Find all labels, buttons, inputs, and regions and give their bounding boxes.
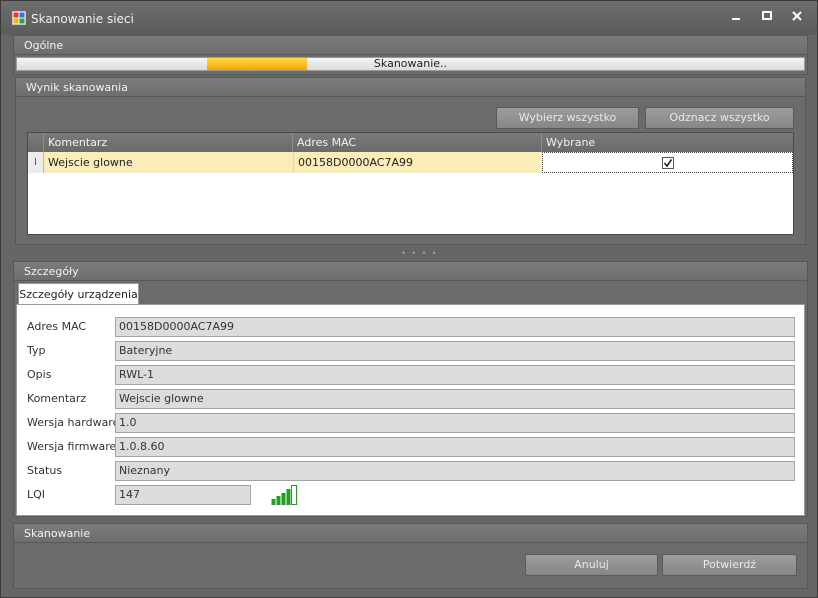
field-lqi[interactable]: 147 [115, 485, 251, 505]
deselect-all-button[interactable]: Odznacz wszystko [645, 107, 794, 129]
progress-text: Skanowanie.. [373, 57, 448, 70]
column-header-mac[interactable]: Adres MAC [293, 133, 542, 152]
signal-strength-icon [271, 485, 297, 505]
maximize-button[interactable] [758, 10, 776, 26]
tab-device-details[interactable]: Szczegóły urządzenia [18, 283, 139, 305]
cell-comment[interactable]: Wejscie glowne [44, 152, 293, 173]
cell-mac[interactable]: 00158D0000AC7A99 [293, 152, 542, 173]
label-comment: Komentarz [27, 392, 87, 405]
label-firmware-version: Wersja firmware [27, 440, 117, 453]
confirm-button[interactable]: Potwierdź [662, 554, 797, 576]
table-row[interactable]: Wejscie glowne 00158D0000AC7A99 [28, 152, 793, 173]
window-title: Skanowanie sieci [31, 12, 134, 26]
minimize-icon [732, 18, 740, 20]
network-scan-icon [12, 11, 26, 25]
title-bar[interactable]: Skanowanie sieci [1, 1, 817, 35]
field-description[interactable]: RWL-1 [115, 365, 795, 385]
row-header-corner [28, 133, 44, 152]
label-hardware-version: Wersja hardware [27, 416, 120, 429]
field-hardware-version[interactable]: 1.0 [115, 413, 795, 433]
general-section-header[interactable]: Ogólne [13, 35, 808, 55]
label-description: Opis [27, 368, 52, 381]
field-status[interactable]: Nieznany [115, 461, 795, 481]
label-mac: Adres MAC [27, 320, 87, 333]
field-type[interactable]: Bateryjne [115, 341, 795, 361]
splitter-handle[interactable]: • • • • [401, 249, 438, 259]
select-all-button[interactable]: Wybierz wszystko [496, 107, 639, 129]
scanning-section-header[interactable]: Skanowanie [13, 523, 808, 543]
results-section-header[interactable]: Wynik skanowania [15, 77, 806, 97]
minimize-button[interactable] [727, 10, 745, 26]
label-status: Status [27, 464, 63, 477]
field-firmware-version[interactable]: 1.0.8.60 [115, 437, 795, 457]
selected-checkbox[interactable] [662, 157, 674, 169]
cancel-button[interactable]: Anuluj [525, 554, 658, 576]
close-button[interactable] [788, 10, 806, 26]
field-mac[interactable]: 00158D0000AC7A99 [115, 317, 795, 337]
close-icon [792, 11, 802, 21]
device-details-panel: Adres MAC 00158D0000AC7A99 Typ Bateryjne… [16, 304, 805, 516]
maximize-icon [762, 11, 772, 20]
details-section-header[interactable]: Szczegóły [13, 261, 808, 281]
scan-progress-bar: Skanowanie.. [16, 57, 805, 71]
column-header-selected[interactable]: Wybrane [542, 133, 793, 152]
field-comment[interactable]: Wejscie glowne [115, 389, 795, 409]
cell-selected[interactable] [542, 152, 793, 173]
column-header-comment[interactable]: Komentarz [44, 133, 293, 152]
label-lqi: LQI [27, 488, 46, 501]
label-type: Typ [27, 344, 46, 357]
scan-results-grid: Komentarz Adres MAC Wybrane I Wejscie gl… [27, 132, 794, 235]
grid-header: Komentarz Adres MAC Wybrane [28, 133, 793, 152]
scan-network-window: Skanowanie sieci Ogólne Skanowanie.. Wyn… [0, 0, 818, 598]
checkmark-icon [663, 159, 673, 168]
